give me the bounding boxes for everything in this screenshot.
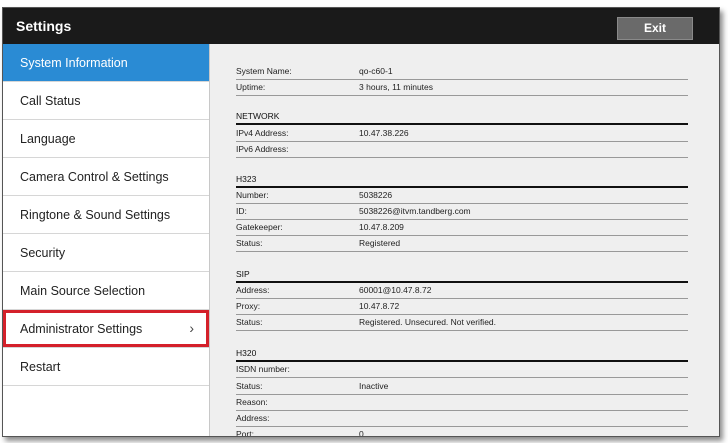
info-row-uptime: Uptime: 3 hours, 11 minutes [236, 80, 688, 96]
sidebar-item-label: Call Status [20, 94, 81, 108]
info-label: Port: [236, 429, 254, 437]
info-label: Uptime: [236, 82, 266, 92]
sidebar-item-label: Camera Control & Settings [20, 170, 169, 184]
info-row-system-name: System Name: qo-c60-1 [236, 64, 688, 80]
info-value: 5038226 [359, 190, 393, 200]
sidebar-item-label: Language [20, 132, 76, 146]
info-value: Registered. Unsecured. Not verified. [359, 317, 497, 327]
chevron-right-icon: › [189, 320, 194, 336]
sidebar-item-restart[interactable]: Restart [3, 348, 209, 386]
section-heading-h320: H320 [236, 347, 688, 362]
info-row-ipv6: IPv6 Address: [236, 142, 688, 158]
info-row-sip-status: Status: Registered. Unsecured. Not verif… [236, 315, 688, 331]
info-row-h323-status: Status: Registered [236, 236, 688, 252]
info-value: Registered [359, 238, 401, 248]
info-row-h323-id: ID: 5038226@itvm.tandberg.com [236, 204, 688, 220]
title-bar: Settings Exit [3, 8, 719, 44]
info-label: Status: [236, 238, 263, 248]
info-value: 0 [359, 429, 364, 437]
info-label: Gatekeeper: [236, 222, 283, 232]
info-label: Address: [236, 413, 270, 423]
sidebar-item-label: Main Source Selection [20, 284, 146, 298]
info-value: 10.47.38.226 [359, 128, 409, 138]
sidebar-item-label: System Information [20, 56, 128, 70]
settings-sidebar: System Information Call Status Language … [3, 44, 210, 436]
sidebar-item-administrator-settings[interactable]: Administrator Settings › [3, 310, 209, 348]
section-heading-h323: H323 [236, 173, 688, 188]
info-value: Inactive [359, 381, 389, 391]
info-label: IPv4 Address: [236, 128, 289, 138]
system-information-panel: System Name: qo-c60-1 Uptime: 3 hours, 1… [210, 44, 719, 436]
info-row-h320-port: Port: 0 [236, 427, 688, 437]
sidebar-item-label: Administrator Settings [20, 322, 143, 336]
info-label: System Name: [236, 66, 292, 76]
info-row-sip-proxy: Proxy: 10.47.8.72 [236, 299, 688, 315]
exit-button[interactable]: Exit [617, 17, 693, 40]
info-row-ipv4: IPv4 Address: 10.47.38.226 [236, 126, 688, 142]
info-value: qo-c60-1 [359, 66, 393, 76]
sidebar-item-security[interactable]: Security [3, 234, 209, 272]
info-label: Number: [236, 190, 269, 200]
info-value: 3 hours, 11 minutes [359, 82, 434, 92]
info-label: ISDN number: [236, 364, 290, 374]
sidebar-item-ringtone-sound[interactable]: Ringtone & Sound Settings [3, 196, 209, 234]
sidebar-item-camera-control[interactable]: Camera Control & Settings [3, 158, 209, 196]
info-label: IPv6 Address: [236, 144, 289, 154]
info-label: Status: [236, 381, 263, 391]
info-label: Proxy: [236, 301, 261, 311]
info-value: 10.47.8.72 [359, 301, 400, 311]
info-row-h320-reason: Reason: [236, 395, 688, 411]
sidebar-item-main-source[interactable]: Main Source Selection [3, 272, 209, 310]
info-value: 10.47.8.209 [359, 222, 404, 232]
window-title: Settings [16, 18, 72, 34]
settings-window: Settings Exit System Information Call St… [2, 7, 720, 437]
sidebar-item-label: Restart [20, 360, 61, 374]
info-row-h320-address: Address: [236, 411, 688, 427]
info-row-h323-number: Number: 5038226 [236, 188, 688, 204]
info-label: Reason: [236, 397, 268, 407]
info-value: 60001@10.47.8.72 [359, 285, 432, 295]
sidebar-item-system-information[interactable]: System Information [3, 44, 209, 82]
info-label: ID: [236, 206, 247, 216]
section-heading-sip: SIP [236, 268, 688, 283]
info-value: 5038226@itvm.tandberg.com [359, 206, 471, 216]
section-heading-network: NETWORK [236, 110, 688, 125]
info-row-h323-gatekeeper: Gatekeeper: 10.47.8.209 [236, 220, 688, 236]
info-label: Address: [236, 285, 270, 295]
sidebar-item-label: Security [20, 246, 66, 260]
info-row-h320-status: Status: Inactive [236, 379, 688, 395]
info-row-isdn-number: ISDN number: [236, 362, 688, 378]
sidebar-item-call-status[interactable]: Call Status [3, 82, 209, 120]
info-label: Status: [236, 317, 263, 327]
sidebar-item-label: Ringtone & Sound Settings [20, 208, 171, 222]
sidebar-item-language[interactable]: Language [3, 120, 209, 158]
info-row-sip-address: Address: 60001@10.47.8.72 [236, 283, 688, 299]
